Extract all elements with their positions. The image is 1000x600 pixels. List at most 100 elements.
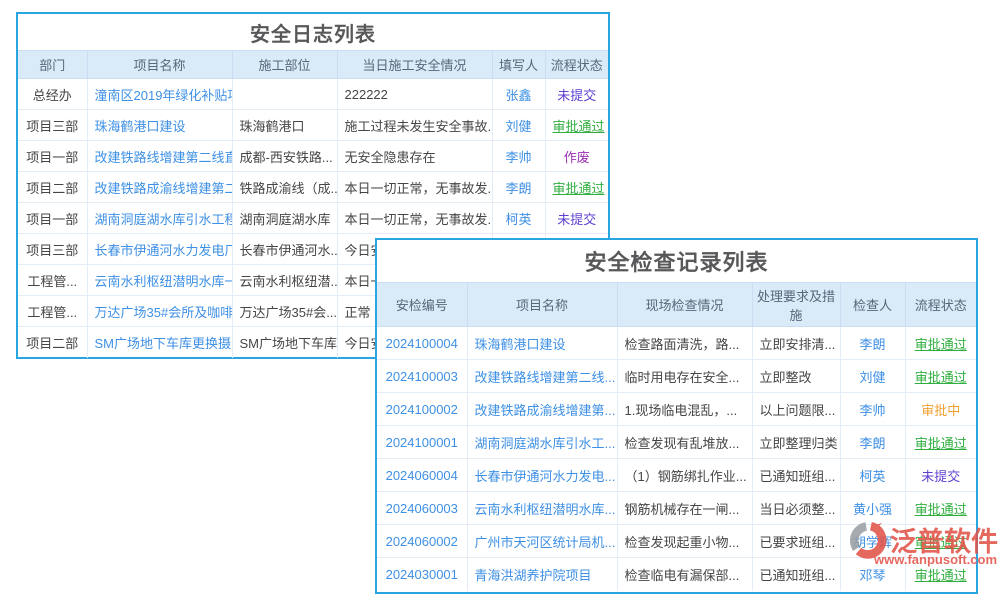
inspector-link[interactable]: 柯英	[840, 459, 905, 492]
site-inspection-cell: 1.现场临电混乱，...	[617, 393, 752, 426]
writer-link[interactable]: 刘健	[492, 110, 545, 141]
flow-status[interactable]: 审批通过	[905, 426, 976, 459]
inspection-no-link[interactable]: 2024100004	[377, 327, 467, 360]
inspection-no-link[interactable]: 2024060003	[377, 492, 467, 525]
daily-safety-cell: 本日一切正常，无事故发...	[337, 172, 492, 203]
project-name-link[interactable]: 长春市伊通河水力发电...	[467, 459, 617, 492]
dept-cell: 工程管...	[18, 296, 87, 327]
flow-status[interactable]: 审批通过	[545, 110, 608, 141]
col-header-flow-status: 流程状态	[905, 283, 976, 327]
writer-link[interactable]: 柯英	[492, 203, 545, 234]
project-name-link[interactable]: 改建铁路线增建第二线直...	[87, 141, 232, 172]
project-name-link[interactable]: 珠海鹤港口建设	[87, 110, 232, 141]
flow-status[interactable]: 审批通过	[905, 360, 976, 393]
safety-inspection-row: 2024100004 珠海鹤港口建设 检查路面清洗，路... 立即安排清... …	[377, 327, 976, 360]
safety-inspection-row: 2024060004 长春市伊通河水力发电... （1）钢筋绑扎作业... 已通…	[377, 459, 976, 492]
flow-status[interactable]: 审批通过	[905, 525, 976, 558]
writer-link[interactable]: 李帅	[492, 141, 545, 172]
safety-inspection-header-row: 安检编号 项目名称 现场检查情况 处理要求及措施 检查人 流程状态	[377, 283, 976, 327]
project-name-link[interactable]: 潼南区2019年绿化补贴项...	[87, 79, 232, 110]
safety-log-row: 项目二部 改建铁路成渝线增建第二... 铁路成渝线（成... 本日一切正常，无事…	[18, 172, 608, 203]
safety-inspection-row: 2024100003 改建铁路线增建第二线... 临时用电存在安全... 立即整…	[377, 360, 976, 393]
flow-status[interactable]: 审批通过	[905, 558, 976, 591]
col-header-project-name: 项目名称	[87, 51, 232, 79]
dept-cell: 项目二部	[18, 172, 87, 203]
construction-site-cell: 云南水利枢纽潜...	[232, 265, 337, 296]
project-name-link[interactable]: 湖南洞庭湖水库引水工...	[467, 426, 617, 459]
measures-cell: 立即整理归类	[752, 426, 840, 459]
inspector-link[interactable]: 黄小强	[840, 492, 905, 525]
col-header-project-name: 项目名称	[467, 283, 617, 327]
project-name-link[interactable]: 湖南洞庭湖水库引水工程...	[87, 203, 232, 234]
project-name-link[interactable]: 改建铁路成渝线增建第二...	[87, 172, 232, 203]
inspection-no-link[interactable]: 2024060004	[377, 459, 467, 492]
measures-cell: 当日必须整...	[752, 492, 840, 525]
project-name-link[interactable]: 万达广场35#会所及咖啡...	[87, 296, 232, 327]
safety-inspection-row: 2024100002 改建铁路成渝线增建第... 1.现场临电混乱，... 以上…	[377, 393, 976, 426]
col-header-flow-status: 流程状态	[545, 51, 608, 79]
writer-link[interactable]: 张鑫	[492, 79, 545, 110]
project-name-link[interactable]: SM广场地下车库更换摄...	[87, 327, 232, 358]
col-header-site-inspection: 现场检查情况	[617, 283, 752, 327]
flow-status: 未提交	[545, 203, 608, 234]
construction-site-cell: 珠海鹤港口	[232, 110, 337, 141]
writer-link[interactable]: 李朗	[492, 172, 545, 203]
construction-site-cell: 万达广场35#会...	[232, 296, 337, 327]
flow-status[interactable]: 审批通过	[905, 492, 976, 525]
site-inspection-cell: 检查发现有乱堆放...	[617, 426, 752, 459]
inspection-no-link[interactable]: 2024030001	[377, 558, 467, 591]
safety-log-row: 项目一部 改建铁路线增建第二线直... 成都-西安铁路... 无安全隐患存在 李…	[18, 141, 608, 172]
site-inspection-cell: 检查发现起重小物...	[617, 525, 752, 558]
measures-cell: 已通知班组...	[752, 558, 840, 591]
project-name-link[interactable]: 云南水利枢纽潜明水库...	[467, 492, 617, 525]
dept-cell: 项目三部	[18, 110, 87, 141]
inspector-link[interactable]: 李帅	[840, 393, 905, 426]
inspection-no-link[interactable]: 2024100002	[377, 393, 467, 426]
flow-status[interactable]: 审批通过	[545, 172, 608, 203]
construction-site-cell	[232, 79, 337, 110]
dept-cell: 项目三部	[18, 234, 87, 265]
safety-log-row: 项目三部 珠海鹤港口建设 珠海鹤港口 施工过程未发生安全事故... 刘健 审批通…	[18, 110, 608, 141]
measures-cell: 立即安排清...	[752, 327, 840, 360]
inspector-link[interactable]: 胡学辉	[840, 525, 905, 558]
measures-cell: 已要求班组...	[752, 525, 840, 558]
dept-cell: 工程管...	[18, 265, 87, 296]
daily-safety-cell: 施工过程未发生安全事故...	[337, 110, 492, 141]
flow-status[interactable]: 审批通过	[905, 327, 976, 360]
col-header-dept: 部门	[18, 51, 87, 79]
col-header-writer: 填写人	[492, 51, 545, 79]
inspector-link[interactable]: 刘健	[840, 360, 905, 393]
construction-site-cell: 铁路成渝线（成...	[232, 172, 337, 203]
col-header-inspector: 检查人	[840, 283, 905, 327]
safety-inspection-title: 安全检查记录列表	[377, 240, 976, 282]
dept-cell: 项目一部	[18, 141, 87, 172]
safety-log-row: 项目一部 湖南洞庭湖水库引水工程... 湖南洞庭湖水库 本日一切正常，无事故发.…	[18, 203, 608, 234]
dept-cell: 项目二部	[18, 327, 87, 358]
inspector-link[interactable]: 李朗	[840, 426, 905, 459]
inspection-no-link[interactable]: 2024100001	[377, 426, 467, 459]
project-name-link[interactable]: 广州市天河区统计局机...	[467, 525, 617, 558]
safety-inspection-row: 2024030001 青海洪湖养护院项目 检查临电有漏保部... 已通知班组..…	[377, 558, 976, 591]
inspector-link[interactable]: 李朗	[840, 327, 905, 360]
safety-log-row: 总经办 潼南区2019年绿化补贴项... 222222 张鑫 未提交	[18, 79, 608, 110]
safety-inspection-panel: 安全检查记录列表 安检编号 项目名称 现场检查情况 处理要求及措施 检查人 流程…	[375, 238, 978, 594]
inspector-link[interactable]: 邓琴	[840, 558, 905, 591]
construction-site-cell: 成都-西安铁路...	[232, 141, 337, 172]
measures-cell: 已通知班组...	[752, 459, 840, 492]
project-name-link[interactable]: 改建铁路线增建第二线...	[467, 360, 617, 393]
flow-status: 审批中	[905, 393, 976, 426]
project-name-link[interactable]: 改建铁路成渝线增建第...	[467, 393, 617, 426]
project-name-link[interactable]: 青海洪湖养护院项目	[467, 558, 617, 591]
daily-safety-cell: 本日一切正常，无事故发...	[337, 203, 492, 234]
project-name-link[interactable]: 云南水利枢纽潜明水库一...	[87, 265, 232, 296]
inspection-no-link[interactable]: 2024100003	[377, 360, 467, 393]
project-name-link[interactable]: 长春市伊通河水力发电厂...	[87, 234, 232, 265]
dept-cell: 总经办	[18, 79, 87, 110]
project-name-link[interactable]: 珠海鹤港口建设	[467, 327, 617, 360]
construction-site-cell: SM广场地下车库	[232, 327, 337, 358]
construction-site-cell: 长春市伊通河水...	[232, 234, 337, 265]
safety-inspection-row: 2024100001 湖南洞庭湖水库引水工... 检查发现有乱堆放... 立即整…	[377, 426, 976, 459]
site-inspection-cell: （1）钢筋绑扎作业...	[617, 459, 752, 492]
flow-status: 未提交	[905, 459, 976, 492]
inspection-no-link[interactable]: 2024060002	[377, 525, 467, 558]
